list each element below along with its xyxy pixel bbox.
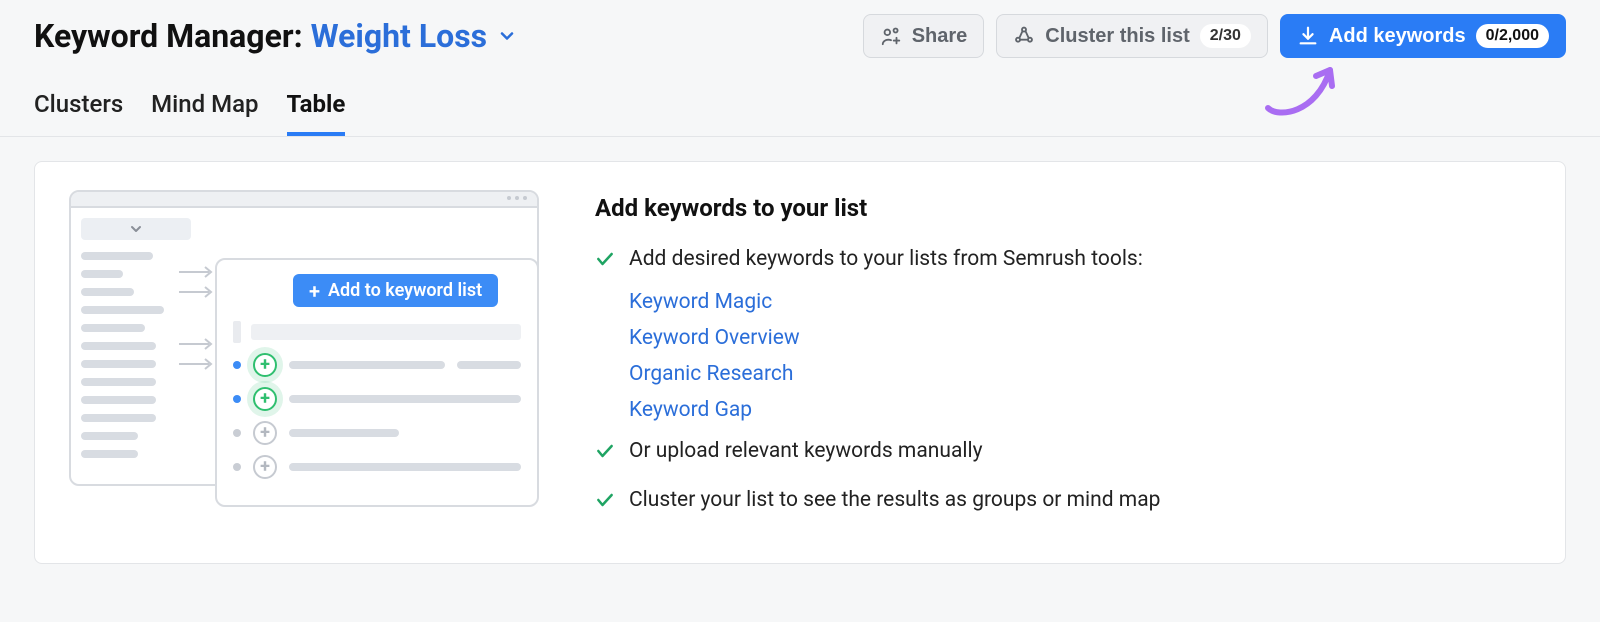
illustration: + Add to keyword list + + + +: [69, 190, 539, 486]
header-actions: Share Cluster this list 2/30 Add keyword…: [863, 14, 1566, 58]
check-icon: [595, 440, 615, 472]
bullet-upload-manual: Or upload relevant keywords manually: [595, 436, 1160, 472]
link-keyword-magic[interactable]: Keyword Magic: [629, 290, 1160, 314]
add-keywords-label: Add keywords: [1329, 25, 1466, 48]
tab-table[interactable]: Table: [287, 90, 346, 136]
link-keyword-overview[interactable]: Keyword Overview: [629, 326, 1160, 350]
tab-clusters[interactable]: Clusters: [34, 90, 123, 136]
check-icon: [595, 489, 615, 521]
link-organic-research[interactable]: Organic Research: [629, 362, 1160, 386]
share-icon: [880, 25, 902, 47]
add-keywords-button[interactable]: Add keywords 0/2,000: [1280, 14, 1566, 58]
share-button[interactable]: Share: [863, 14, 985, 58]
bullet-text: Cluster your list to see the results as …: [629, 485, 1160, 517]
view-tabs: Clusters Mind Map Table: [0, 58, 1600, 137]
illus-button-label: Add to keyword list: [328, 280, 482, 301]
bullet-text: Add desired keywords to your lists from …: [629, 244, 1143, 276]
list-selector[interactable]: Weight Loss: [311, 17, 518, 55]
bullet-text: Or upload relevant keywords manually: [629, 436, 983, 468]
download-icon: [1297, 25, 1319, 47]
tool-links: Keyword Magic Keyword Overview Organic R…: [629, 290, 1160, 422]
empty-state-heading: Add keywords to your list: [595, 194, 1160, 222]
chevron-down-icon: [497, 26, 517, 46]
link-keyword-gap[interactable]: Keyword Gap: [629, 398, 1160, 422]
check-icon: [595, 248, 615, 280]
empty-state-card: + Add to keyword list + + + + Add keywor…: [34, 161, 1566, 564]
empty-state-info: Add keywords to your list Add desired ke…: [595, 190, 1160, 535]
bullet-cluster: Cluster your list to see the results as …: [595, 485, 1160, 521]
title-prefix: Keyword Manager:: [34, 17, 303, 55]
share-label: Share: [912, 25, 968, 48]
bullet-add-from-tools: Add desired keywords to your lists from …: [595, 244, 1160, 280]
cluster-icon: [1013, 25, 1035, 47]
page-title: Keyword Manager: Weight Loss: [34, 17, 517, 55]
illus-add-button: + Add to keyword list: [293, 274, 498, 307]
cluster-count-pill: 2/30: [1200, 24, 1251, 49]
cluster-label: Cluster this list: [1045, 25, 1189, 48]
tab-mindmap[interactable]: Mind Map: [151, 90, 258, 136]
list-name: Weight Loss: [311, 17, 488, 55]
cluster-button[interactable]: Cluster this list 2/30: [996, 14, 1268, 58]
page-header: Keyword Manager: Weight Loss Share Clust…: [0, 0, 1600, 58]
add-keywords-count-pill: 0/2,000: [1476, 24, 1549, 49]
